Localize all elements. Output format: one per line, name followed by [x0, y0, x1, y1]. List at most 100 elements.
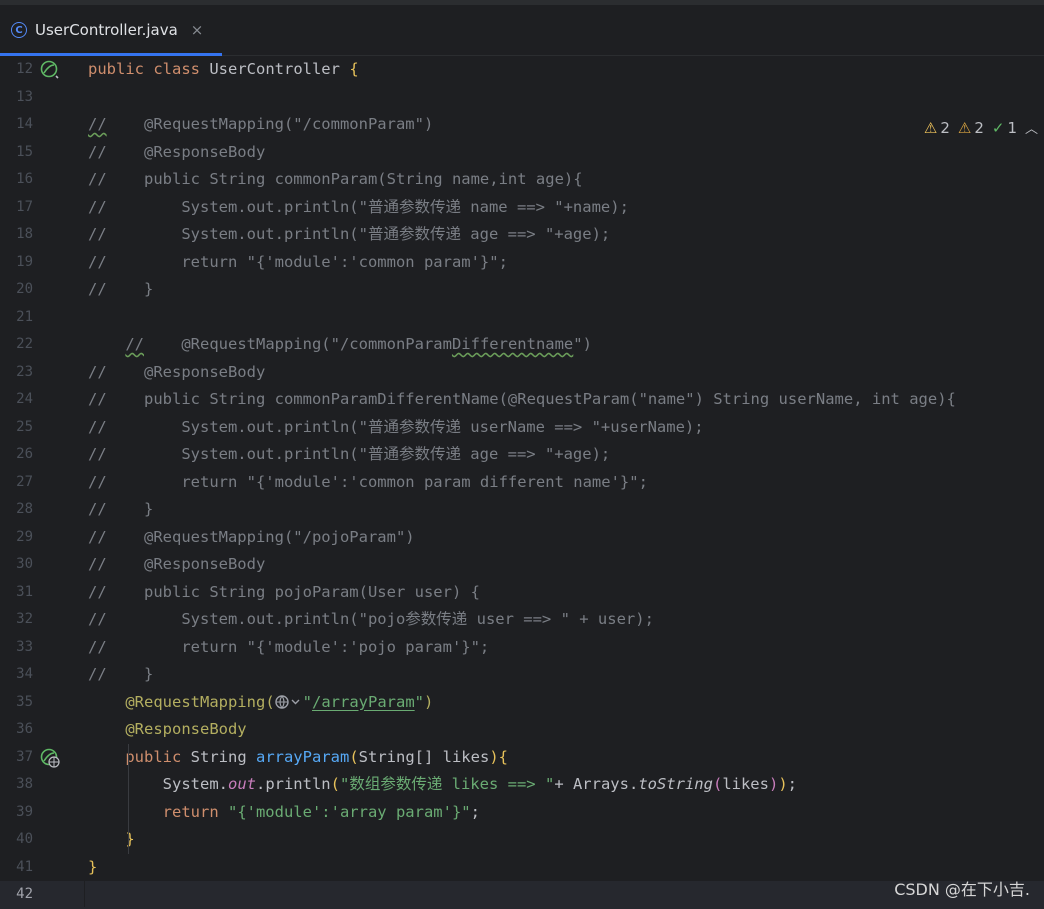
code-text[interactable]: // @ResponseBody — [88, 551, 265, 579]
code-text[interactable]: // @ResponseBody — [88, 359, 265, 387]
line-number: 42 — [16, 886, 33, 902]
line-number: 26 — [16, 446, 33, 462]
code-line: 22 // @RequestMapping("/commonParamDiffe… — [0, 331, 1044, 359]
code-text[interactable]: public class UserController { — [88, 56, 359, 84]
code-line: 35 @RequestMapping("/arrayParam") — [0, 689, 1044, 717]
code-line: 18 // System.out.println("普通参数传递 age ==>… — [0, 221, 1044, 249]
code-line: 16 // public String commonParam(String n… — [0, 166, 1044, 194]
line-number: 39 — [16, 803, 33, 820]
code-line: 37 public String arrayParam(String[] lik… — [0, 744, 1044, 772]
watermark: CSDN @在下小吉. — [894, 880, 1030, 899]
line-number: 36 — [16, 721, 33, 737]
code-line: 14 // @RequestMapping("/commonParam") — [0, 111, 1044, 139]
code-text[interactable]: // } — [88, 496, 153, 524]
line-number: 40 — [16, 831, 33, 847]
line-number: 20 — [16, 281, 33, 297]
code-line: 33 // return "{'module':'pojo param'}"; — [0, 634, 1044, 662]
code-text[interactable]: // System.out.println("普通参数传递 userName =… — [88, 414, 704, 442]
code-line: 40 } — [0, 826, 1044, 854]
code-text[interactable]: // System.out.println("普通参数传递 name ==> "… — [88, 194, 629, 222]
line-number: 22 — [16, 336, 33, 352]
code-text[interactable]: // @RequestMapping("/commonParam") — [88, 111, 433, 139]
code-editor[interactable]: ⚠ 2 ⚠ 2 ✓ 1 ︿ 12 public class UserContro… — [0, 56, 1044, 909]
code-text[interactable]: // System.out.println("pojo参数传递 user ==>… — [88, 606, 654, 634]
code-line: 34 // } — [0, 661, 1044, 689]
line-number: 25 — [16, 418, 33, 435]
code-line: 25 // System.out.println("普通参数传递 userNam… — [0, 414, 1044, 442]
code-text[interactable]: // @ResponseBody — [88, 139, 265, 167]
code-line: 30 // @ResponseBody — [0, 551, 1044, 579]
code-text[interactable]: // System.out.println("普通参数传递 age ==> "+… — [88, 441, 610, 469]
code-text[interactable]: // @RequestMapping("/commonParamDifferen… — [88, 331, 592, 359]
line-number: 17 — [16, 198, 33, 215]
code-line: 12 public class UserController { — [0, 56, 1044, 84]
code-line: 41 } — [0, 854, 1044, 882]
line-number: 18 — [16, 226, 33, 242]
tab-usercontroller[interactable]: C UserController.java × — [0, 5, 222, 56]
code-text[interactable]: // return "{'module':'common param'}"; — [88, 249, 508, 277]
line-number: 29 — [16, 528, 33, 545]
line-number: 35 — [16, 693, 33, 710]
code-text[interactable]: // public String commonParamDifferentNam… — [88, 386, 956, 414]
code-line: 26 // System.out.println("普通参数传递 age ==>… — [0, 441, 1044, 469]
line-number: 41 — [16, 858, 33, 875]
java-class-icon: C — [11, 22, 27, 38]
close-icon[interactable]: × — [191, 21, 204, 39]
code-line: 27 // return "{'module':'common param di… — [0, 469, 1044, 497]
indent-guide — [128, 743, 129, 854]
code-line: 15 // @ResponseBody — [0, 139, 1044, 167]
code-text[interactable]: // @RequestMapping("/pojoParam") — [88, 524, 415, 552]
code-text[interactable]: // return "{'module':'pojo param'}"; — [88, 634, 489, 662]
bean-icon[interactable] — [40, 60, 60, 80]
line-number: 16 — [16, 171, 33, 187]
code-text[interactable]: } — [88, 854, 97, 882]
line-number: 28 — [16, 501, 33, 517]
line-number: 15 — [16, 143, 33, 160]
endpoint-icon[interactable] — [40, 748, 60, 768]
line-number: 33 — [16, 638, 33, 655]
code-text[interactable]: // } — [88, 661, 153, 689]
code-line: 17 // System.out.println("普通参数传递 name ==… — [0, 194, 1044, 222]
line-number: 13 — [16, 88, 33, 105]
line-number: 37 — [16, 748, 33, 765]
code-text[interactable]: // return "{'module':'common param diffe… — [88, 469, 648, 497]
line-number: 31 — [16, 583, 33, 600]
code-line: 36 @ResponseBody — [0, 716, 1044, 744]
code-line: 20 // } — [0, 276, 1044, 304]
code-line: 39 return "{'module':'array param'}"; — [0, 799, 1044, 827]
line-number: 27 — [16, 473, 33, 490]
code-text[interactable]: // public String pojoParam(User user) { — [88, 579, 480, 607]
code-text[interactable]: // System.out.println("普通参数传递 age ==> "+… — [88, 221, 610, 249]
tab-title: UserController.java — [35, 21, 178, 39]
code-line: 21 — [0, 304, 1044, 332]
code-line: 31 // public String pojoParam(User user)… — [0, 579, 1044, 607]
code-text[interactable]: System.out.println("数组参数传递 likes ==> "+ … — [88, 771, 797, 799]
line-number: 12 — [16, 61, 33, 77]
code-line: 13 — [0, 84, 1044, 112]
line-number: 34 — [16, 666, 33, 682]
line-number: 21 — [16, 308, 33, 325]
gutter-separator — [84, 56, 85, 907]
line-number: 30 — [16, 556, 33, 572]
code-text[interactable]: return "{'module':'array param'}"; — [88, 799, 480, 827]
editor-tab-bar: C UserController.java × — [0, 5, 1044, 56]
code-line: 28 // } — [0, 496, 1044, 524]
code-line: 24 // public String commonParamDifferent… — [0, 386, 1044, 414]
code-line: 23 // @ResponseBody — [0, 359, 1044, 387]
line-number: 14 — [16, 116, 33, 132]
code-line: 29 // @RequestMapping("/pojoParam") — [0, 524, 1044, 552]
code-line: 19 // return "{'module':'common param'}"… — [0, 249, 1044, 277]
line-number: 23 — [16, 363, 33, 380]
line-number: 24 — [16, 391, 33, 407]
globe-icon[interactable] — [274, 694, 303, 710]
url-link[interactable]: /arrayParam — [312, 693, 415, 711]
code-text[interactable]: // public String commonParam(String name… — [88, 166, 583, 194]
code-line: 38 System.out.println("数组参数传递 likes ==> … — [0, 771, 1044, 799]
code-text[interactable]: // } — [88, 276, 153, 304]
current-line: 42 — [0, 881, 1044, 909]
line-number: 32 — [16, 611, 33, 627]
line-number: 19 — [16, 253, 33, 270]
code-text[interactable]: @RequestMapping("/arrayParam") — [88, 689, 433, 717]
code-text[interactable]: public String arrayParam(String[] likes)… — [88, 744, 508, 772]
code-text[interactable]: @ResponseBody — [88, 716, 246, 744]
